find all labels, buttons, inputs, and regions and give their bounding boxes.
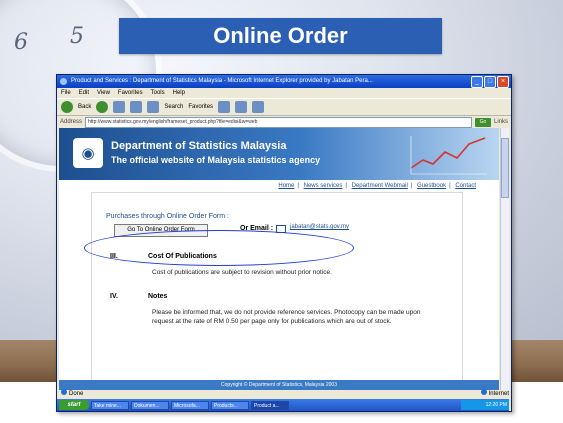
email-link[interactable]: jabatan@stats.gov.my: [290, 224, 349, 230]
nav-guestbook[interactable]: Guestbook: [417, 183, 446, 189]
refresh-icon[interactable]: [130, 101, 143, 113]
page-icon: [61, 389, 67, 395]
maximize-button[interactable]: □: [484, 76, 496, 88]
nav-contact[interactable]: Contact: [455, 183, 476, 189]
back-icon[interactable]: [61, 101, 73, 113]
menu-edit[interactable]: Edit: [79, 88, 89, 98]
back-label[interactable]: Back: [78, 104, 91, 110]
slide-title: Online Order: [119, 18, 442, 54]
taskbar-item-active[interactable]: Product a...: [251, 400, 289, 410]
media-icon[interactable]: [218, 101, 231, 113]
taskbar-item[interactable]: Products...: [211, 400, 249, 410]
section-text: Please be informed that, we do not provi…: [152, 309, 421, 325]
vertical-scrollbar[interactable]: [500, 128, 509, 390]
ie-icon: [60, 78, 67, 85]
forward-icon[interactable]: [96, 101, 109, 113]
site-banner: ◉ Department of Statistics Malaysia The …: [59, 128, 499, 180]
slide: 6 5 Online Order Product and Services : …: [0, 0, 563, 423]
start-button[interactable]: start: [59, 400, 89, 410]
stop-icon[interactable]: [113, 101, 126, 113]
favorites-label[interactable]: Favorites: [188, 104, 213, 110]
status-bar: Done Internet: [57, 389, 509, 399]
menu-file[interactable]: File: [61, 88, 71, 98]
toolbar: Back Search Favorites: [57, 98, 511, 116]
internet-zone-icon: [480, 389, 487, 395]
window-title: Product and Services : Department of Sta…: [71, 78, 373, 84]
status-zone: Internet: [488, 391, 509, 397]
section-number: IV.: [110, 293, 118, 300]
minimize-button[interactable]: _: [471, 76, 483, 88]
nav-home[interactable]: Home: [278, 183, 294, 189]
go-button[interactable]: Go: [474, 117, 491, 127]
menu-view[interactable]: View: [97, 88, 110, 98]
address-label: Address: [60, 119, 83, 125]
clock-number-6: 6: [14, 30, 28, 55]
nav-webmail[interactable]: Department Webmail: [352, 183, 408, 189]
nav-news[interactable]: News services: [304, 183, 343, 189]
status-done: Done: [69, 391, 84, 397]
taskbar: start Take mine... Dokumen... Microsofa.…: [57, 399, 509, 411]
menu-help[interactable]: Help: [173, 88, 185, 98]
site-nav: Home | News services | Department Webmail |…: [59, 180, 499, 192]
status-right: Internet: [480, 389, 509, 399]
graph-decoration-icon: [410, 136, 487, 175]
content-box: Purchases through Online Order Form : Go…: [91, 192, 463, 390]
print-icon[interactable]: [252, 101, 265, 113]
site-tagline: The official website of Malaysia statist…: [111, 155, 321, 165]
status-left: Done: [61, 389, 83, 399]
links-label[interactable]: Links: [494, 119, 508, 125]
address-input[interactable]: http://www.statistics.gov.my/english/fra…: [85, 116, 472, 128]
search-label[interactable]: Search: [164, 104, 183, 110]
menu-bar: File Edit View Favorites Tools Help: [57, 88, 511, 98]
menu-tools[interactable]: Tools: [151, 88, 165, 98]
address-bar: Address http://www.statistics.gov.my/eng…: [57, 116, 511, 128]
highlight-oval: [84, 230, 354, 266]
purchase-text: Purchases through Online Order Form :: [106, 213, 229, 220]
taskbar-item[interactable]: Dokumen...: [131, 400, 169, 410]
section-text: Cost of publications are subject to revi…: [152, 269, 332, 276]
menu-favorites[interactable]: Favorites: [118, 88, 143, 98]
taskbar-item[interactable]: Microsofa...: [171, 400, 209, 410]
close-button[interactable]: ×: [497, 76, 509, 88]
system-tray-clock: 12:20 PM: [461, 400, 509, 410]
taskbar-item[interactable]: Take mine...: [91, 400, 129, 410]
mail-icon[interactable]: [235, 101, 248, 113]
scrollbar-thumb[interactable]: [501, 138, 509, 198]
home-icon[interactable]: [147, 101, 160, 113]
dos-logo-icon: ◉: [73, 138, 103, 168]
site-title: Department of Statistics Malaysia: [111, 140, 287, 152]
window-title-bar[interactable]: Product and Services : Department of Sta…: [57, 75, 511, 88]
section-heading: Notes: [148, 293, 168, 300]
clock-number-5: 5: [70, 24, 84, 49]
